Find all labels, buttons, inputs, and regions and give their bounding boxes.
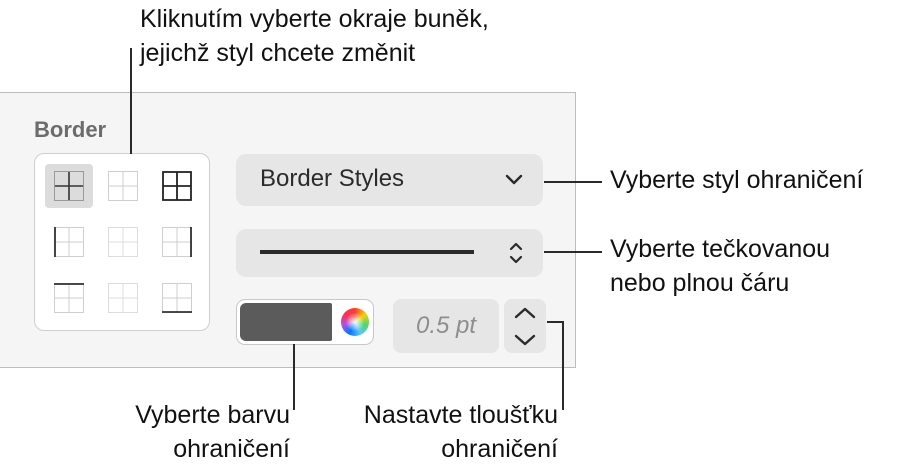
callout-line: Kliknutím vyberte okraje buněk,	[140, 5, 489, 33]
no-borders-icon	[108, 283, 138, 313]
border-inspector-panel: Border Border Styles 0.5 pt	[0, 92, 576, 368]
callout-border-style: Vyberte styl ohraničení	[610, 163, 863, 197]
leader-line-border-color	[293, 344, 295, 410]
callout-border-color: Vyberte barvu ohraničení	[80, 398, 290, 466]
border-button-inside-vertical[interactable]	[99, 220, 147, 264]
chevron-up-icon	[514, 307, 536, 318]
callout-line: ohraničení	[441, 435, 558, 463]
inside-vertical-border-icon	[108, 227, 138, 257]
callout-line: jejichž styl chcete změnit	[140, 39, 416, 67]
callout-line: Vyberte styl ohraničení	[610, 166, 864, 194]
bottom-border-icon	[162, 283, 192, 313]
all-borders-icon	[162, 171, 192, 201]
panel-title: Border	[34, 117, 107, 142]
border-styles-popup[interactable]: Border Styles	[236, 154, 543, 206]
leader-line-border-style	[544, 181, 602, 183]
callout-select-cell-borders: Kliknutím vyberte okraje buněk, jejichž …	[140, 2, 489, 70]
color-wheel-icon[interactable]	[341, 308, 369, 336]
up-down-chevron-icon	[509, 242, 523, 264]
leader-line-cell-borders	[130, 48, 132, 154]
border-button-left-border[interactable]	[45, 220, 93, 264]
leader-line-thickness-v	[562, 321, 564, 410]
border-button-bottom-border[interactable]	[153, 276, 201, 320]
border-button-no-borders[interactable]	[99, 276, 147, 320]
border-color-swatch[interactable]	[240, 303, 332, 341]
stepper-decrement[interactable]	[504, 326, 546, 353]
solid-line-sample	[260, 250, 474, 254]
line-style-popup[interactable]	[236, 229, 543, 277]
inside-horizontal-border-icon	[108, 171, 138, 201]
border-button-right-border[interactable]	[153, 220, 201, 264]
callout-border-thickness: Nastavte tloušťku ohraničení	[300, 398, 558, 466]
border-button-inside-borders[interactable]	[45, 164, 93, 208]
border-width-stepper[interactable]	[504, 299, 546, 353]
border-button-inside-horizontal[interactable]	[99, 164, 147, 208]
leader-line-line-type	[544, 251, 602, 253]
border-width-input[interactable]	[393, 299, 499, 353]
border-styles-label: Border Styles	[260, 165, 405, 192]
callout-line: Vyberte tečkovanou	[610, 235, 831, 263]
chevron-down-icon	[514, 334, 536, 345]
inside-borders-icon	[54, 171, 84, 201]
callout-line: Nastavte tloušťku	[363, 401, 558, 429]
left-border-icon	[54, 227, 84, 257]
border-selector-grid	[34, 153, 210, 331]
stepper-increment[interactable]	[504, 299, 546, 326]
border-button-top-border[interactable]	[45, 276, 93, 320]
top-border-icon	[54, 283, 84, 313]
callout-line: nebo plnou čáru	[610, 269, 790, 297]
border-color-well[interactable]	[236, 299, 374, 345]
callout-line: Vyberte barvu	[135, 401, 290, 429]
border-width-field[interactable]	[393, 299, 499, 353]
chevron-down-icon	[505, 174, 523, 185]
border-button-all-borders[interactable]	[153, 164, 201, 208]
callout-line: ohraničení	[173, 435, 290, 463]
right-border-icon	[162, 227, 192, 257]
callout-line-type: Vyberte tečkovanou nebo plnou čáru	[610, 232, 830, 300]
